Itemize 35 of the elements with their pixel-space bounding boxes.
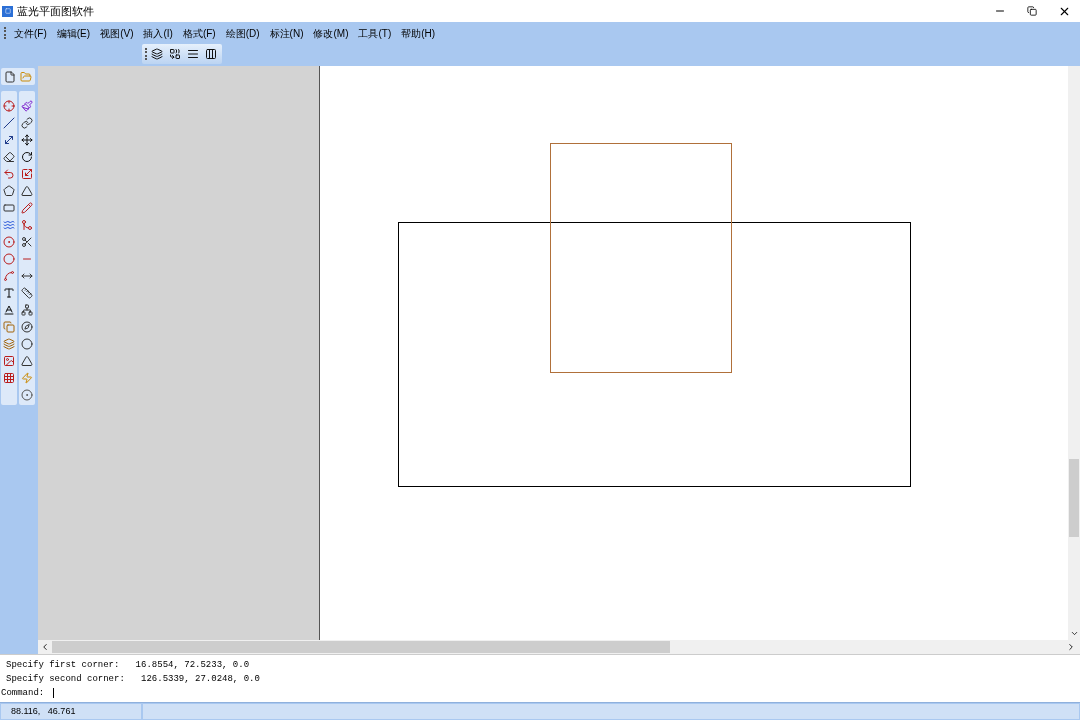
scrollbar-thumb[interactable] bbox=[52, 641, 670, 653]
aligned-dimension-icon[interactable] bbox=[19, 284, 35, 301]
text-cursor[interactable] bbox=[53, 688, 55, 698]
menu-item[interactable]: 标注(N) bbox=[265, 25, 308, 41]
coordinates-readout: 88.116, 46.761 bbox=[1, 704, 141, 719]
ellipse-icon[interactable] bbox=[1, 250, 17, 267]
menu-item[interactable]: 修改(M) bbox=[309, 25, 353, 41]
menu-item[interactable]: 工具(T) bbox=[354, 25, 396, 41]
circle-icon[interactable] bbox=[1, 233, 17, 250]
center-mark-icon[interactable] bbox=[19, 386, 35, 403]
scrollbar-thumb[interactable] bbox=[1069, 459, 1079, 537]
scroll-left-icon bbox=[40, 642, 50, 652]
polygon-icon[interactable] bbox=[1, 182, 17, 199]
menu-item[interactable]: 格式(F) bbox=[178, 25, 220, 41]
command-history-line: Specify first corner: 16.8554, 72.5233, 0.0 bbox=[5, 659, 250, 672]
scroll-right-icon bbox=[1066, 642, 1076, 652]
brush-icon[interactable] bbox=[19, 97, 35, 114]
restore-icon bbox=[1027, 6, 1037, 16]
vertical-scrollbar[interactable] bbox=[1068, 66, 1080, 640]
point-icon[interactable] bbox=[1, 97, 17, 114]
menu-item[interactable]: 视图(V) bbox=[96, 25, 138, 41]
command-history-line: Specify second corner: 126.5339, 27.0248, 0.0 bbox=[5, 673, 260, 686]
pencil-icon[interactable] bbox=[19, 199, 35, 216]
layers-icon[interactable] bbox=[149, 45, 165, 63]
menu-item[interactable]: 文件(F) bbox=[10, 25, 51, 41]
menu-item[interactable]: 绘图(D) bbox=[221, 25, 264, 41]
scroll-down-icon bbox=[1069, 629, 1079, 638]
window-title: 蓝光平面图软件 bbox=[17, 3, 94, 19]
command-prompt: Command: bbox=[0, 687, 45, 700]
menu-item[interactable]: 插入(I) bbox=[139, 25, 177, 41]
menu-item[interactable]: 帮助(H) bbox=[397, 25, 440, 41]
new-file-icon[interactable] bbox=[2, 68, 18, 85]
chain-icon[interactable] bbox=[19, 114, 35, 131]
horizontal-scrollbar[interactable] bbox=[38, 640, 1080, 654]
menu-item[interactable]: 编辑(E) bbox=[52, 25, 95, 41]
